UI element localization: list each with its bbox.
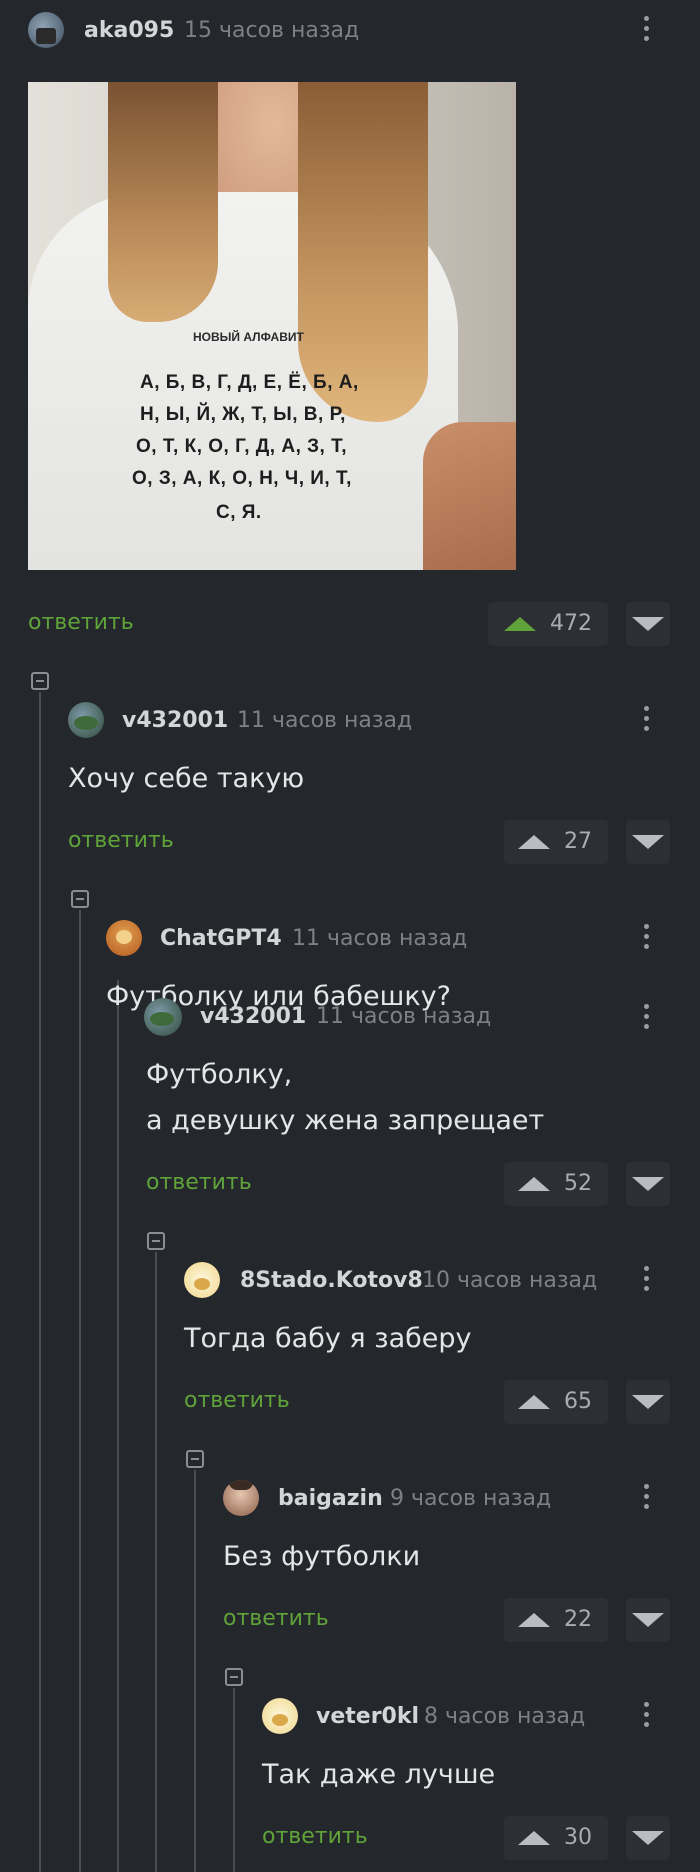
comment-author[interactable]: ChatGPT4 [160,926,282,951]
upvote-icon [518,1177,550,1191]
thread-line [155,1252,157,1872]
downvote-button[interactable] [626,1162,670,1206]
avatar[interactable] [223,1480,259,1516]
downvote-icon [632,617,664,631]
shirt-line: О, З, А, К, О, Н, Ч, И, Т, [132,468,352,489]
upvote-button[interactable]: 27 [504,820,608,864]
reply-button[interactable]: ответить [262,1824,368,1849]
thread-line [194,1470,196,1872]
vote-count: 30 [564,1825,592,1850]
reply-button[interactable]: ответить [184,1388,290,1413]
downvote-button[interactable] [626,1380,670,1424]
collapse-thread-icon[interactable] [147,1232,165,1250]
upvote-button[interactable]: 22 [504,1598,608,1642]
avatar[interactable] [262,1698,298,1734]
upvote-icon [518,1831,550,1845]
collapse-thread-icon[interactable] [31,672,49,690]
more-options-icon[interactable] [642,1702,650,1732]
more-options-icon[interactable] [642,1266,650,1296]
downvote-button[interactable] [626,1598,670,1642]
shirt-line: Н, Ы, Й, Ж, Т, Ы, В, Р, [140,404,346,425]
post-time: 15 часов назад [184,18,360,43]
more-options-icon[interactable] [642,924,650,954]
collapse-thread-icon[interactable] [186,1450,204,1468]
more-options-icon[interactable] [642,706,650,736]
comment-time: 11 часов назад [292,926,468,951]
avatar[interactable] [144,998,182,1036]
comment-time: 11 часов назад [237,708,413,733]
comment-time: 10 часов назад [422,1268,598,1293]
comment-author[interactable]: v432001 [122,708,228,733]
avatar[interactable] [184,1262,220,1298]
shirt-line: А, Б, В, Г, Д, Е, Ё, Б, А, [140,372,359,393]
upvote-icon [504,617,536,631]
comment-text: Так даже лучше [262,1759,496,1790]
downvote-button[interactable] [626,1816,670,1860]
vote-count: 65 [564,1389,592,1414]
shirt-heading: НОВЫЙ АЛФАВИТ [193,330,304,344]
vote-count: 472 [550,611,592,636]
reply-button[interactable]: ответить [223,1606,329,1631]
thread-line [39,692,41,1872]
upvote-icon [518,1613,550,1627]
comment-author[interactable]: baigazin [278,1486,383,1511]
downvote-icon [632,1177,664,1191]
upvote-icon [518,1395,550,1409]
comment-text: Без футболки [223,1541,421,1572]
vote-count: 27 [564,829,592,854]
thread-line [117,980,119,1872]
avatar[interactable] [106,920,142,956]
collapse-thread-icon[interactable] [71,890,89,908]
post-image[interactable]: НОВЫЙ АЛФАВИТ А, Б, В, Г, Д, Е, Ё, Б, А,… [28,82,516,570]
thread-line [79,910,81,1872]
downvote-icon [632,1395,664,1409]
downvote-icon [632,1831,664,1845]
upvote-button[interactable]: 65 [504,1380,608,1424]
comment-author[interactable]: veter0kl [316,1704,419,1729]
downvote-icon [632,1613,664,1627]
downvote-icon [632,835,664,849]
more-options-icon[interactable] [642,1004,650,1034]
upvote-icon [518,835,550,849]
comment-text: а девушку жена запрещает [146,1105,545,1136]
comment-author[interactable]: v432001 [200,1004,306,1029]
reply-button[interactable]: ответить [68,828,174,853]
comment-author[interactable]: 8Stado.Kotov8 [240,1268,423,1293]
collapse-thread-icon[interactable] [225,1668,243,1686]
comment-time: 8 часов назад [424,1704,586,1729]
comment-time: 9 часов назад [390,1486,552,1511]
comment-text: Тогда бабу я заберу [184,1323,472,1354]
reply-button[interactable]: ответить [28,610,134,635]
more-options-icon[interactable] [642,16,650,46]
avatar[interactable] [28,12,64,48]
upvote-button[interactable]: 30 [504,1816,608,1860]
upvote-button[interactable]: 52 [504,1162,608,1206]
downvote-button[interactable] [626,602,670,646]
vote-count: 52 [564,1171,592,1196]
upvote-button[interactable]: 472 [488,602,608,646]
vote-count: 22 [564,1607,592,1632]
shirt-line: О, Т, К, О, Г, Д, А, З, Т, [136,436,348,457]
comment-text: Хочу себе такую [68,763,305,794]
thread-line [233,1688,235,1872]
reply-button[interactable]: ответить [146,1170,252,1195]
comment-text: Футболку, [146,1059,293,1090]
avatar[interactable] [68,702,104,738]
more-options-icon[interactable] [642,1484,650,1514]
post-author[interactable]: aka095 [84,18,174,43]
downvote-button[interactable] [626,820,670,864]
shirt-line: С, Я. [216,502,262,523]
comment-time: 11 часов назад [316,1004,492,1029]
